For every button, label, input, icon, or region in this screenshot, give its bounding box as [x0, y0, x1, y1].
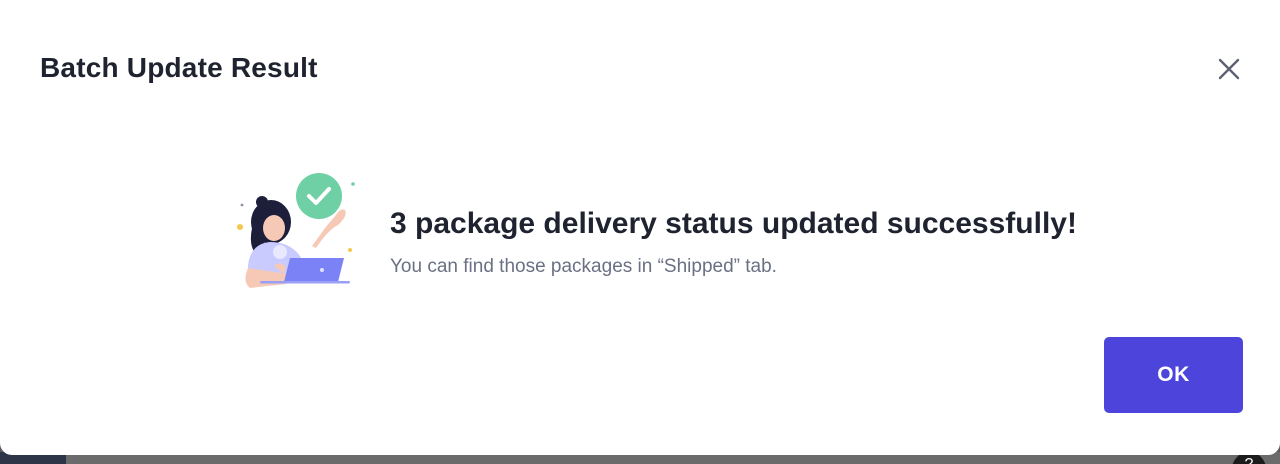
success-message-subtitle: You can find those packages in “Shipped”…: [390, 256, 777, 277]
check-circle-icon: [296, 173, 342, 219]
batch-update-result-dialog: Batch Update Result 3 package delivery s…: [0, 0, 1280, 455]
success-message-title: 3 package delivery status updated succes…: [390, 207, 1077, 240]
close-icon: [1218, 58, 1240, 80]
ok-button[interactable]: OK: [1104, 337, 1243, 413]
success-illustration: [237, 173, 355, 288]
dialog-title: Batch Update Result: [40, 52, 318, 83]
close-button[interactable]: [1212, 52, 1246, 86]
